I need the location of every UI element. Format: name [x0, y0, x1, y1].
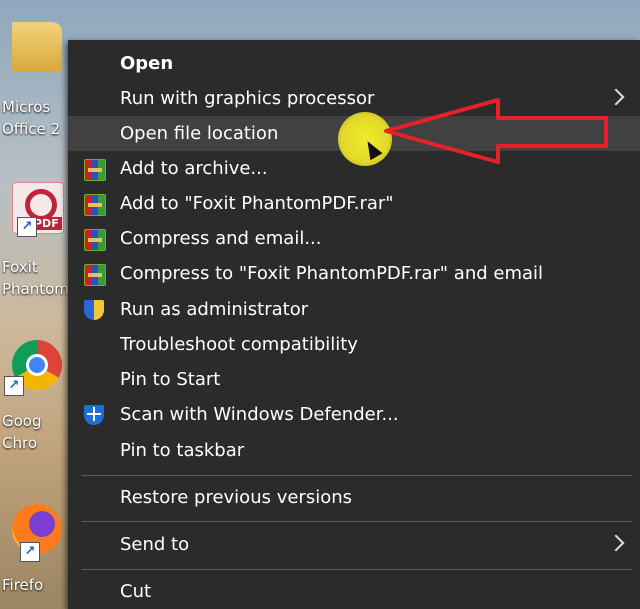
- menu-item-pin-to-start[interactable]: Pin to Start: [68, 362, 640, 397]
- windows-defender-icon: [84, 405, 104, 425]
- menu-separator: [82, 569, 632, 570]
- menu-item-open[interactable]: Open: [68, 46, 640, 81]
- shortcut-arrow-icon: ↗: [4, 376, 24, 396]
- menu-item-label: Compress to "Foxit PhantomPDF.rar" and e…: [120, 263, 544, 284]
- menu-item-label: Restore previous versions: [120, 487, 353, 508]
- winrar-icon: [84, 229, 106, 251]
- winrar-icon: [84, 159, 106, 181]
- red-arrow-annotation-icon: [384, 98, 608, 164]
- chevron-right-icon: [607, 534, 625, 552]
- desktop-icon-label: Goog Chro: [2, 412, 42, 452]
- desktop-icons: Micros Office 2 PDF ↗ Foxit Phantom ↗ Go…: [0, 0, 72, 609]
- menu-item-compress-and-email[interactable]: Compress and email...: [68, 221, 640, 256]
- menu-item-label: Add to "Foxit PhantomPDF.rar": [120, 193, 394, 214]
- desktop-icon-label: Micros Office 2: [2, 98, 61, 138]
- winrar-icon: [84, 194, 106, 216]
- firefox-icon: ↗: [12, 504, 62, 562]
- menu-item-label: Open: [120, 53, 174, 74]
- menu-item-add-to-rar[interactable]: Add to "Foxit PhantomPDF.rar": [68, 186, 640, 221]
- winrar-icon: [84, 264, 106, 286]
- menu-separator: [82, 475, 632, 476]
- menu-item-label: Pin to taskbar: [120, 440, 245, 461]
- menu-item-troubleshoot-compatibility[interactable]: Troubleshoot compatibility: [68, 327, 640, 362]
- menu-item-label: Compress and email...: [120, 228, 322, 249]
- menu-item-send-to[interactable]: Send to: [68, 527, 640, 562]
- menu-item-label: Run with graphics processor: [120, 88, 375, 109]
- shortcut-arrow-icon: ↗: [20, 542, 40, 562]
- menu-item-label: Scan with Windows Defender...: [120, 404, 399, 425]
- menu-item-label: Add to archive...: [120, 158, 268, 179]
- menu-item-restore-previous-versions[interactable]: Restore previous versions: [68, 480, 640, 515]
- menu-item-pin-to-taskbar[interactable]: Pin to taskbar: [68, 433, 640, 468]
- shortcut-arrow-icon: ↗: [17, 217, 37, 237]
- menu-item-label: Send to: [120, 534, 190, 555]
- menu-item-label: Pin to Start: [120, 369, 221, 390]
- menu-separator: [82, 521, 632, 522]
- menu-item-label: Cut: [120, 581, 152, 602]
- desktop-icon-foxit[interactable]: PDF ↗ Foxit Phantom: [0, 178, 72, 308]
- menu-item-run-as-administrator[interactable]: Run as administrator: [68, 292, 640, 327]
- foxit-icon: PDF ↗: [12, 182, 64, 237]
- chrome-icon: ↗: [4, 340, 62, 396]
- desktop-icon-label: Foxit Phantom: [2, 258, 69, 298]
- desktop-icon-firefox[interactable]: ↗ Firefo: [0, 498, 72, 609]
- menu-item-cut[interactable]: Cut: [68, 574, 640, 609]
- desktop-icon-microsoft-office[interactable]: Micros Office 2: [0, 18, 72, 148]
- desktop-icon-label: Firefo: [2, 576, 44, 594]
- menu-item-scan-with-windows-defender[interactable]: Scan with Windows Defender...: [68, 397, 640, 432]
- uac-shield-icon: [84, 300, 104, 320]
- desktop-icon-chrome[interactable]: ↗ Goog Chro: [0, 338, 72, 468]
- menu-item-label: Run as administrator: [120, 299, 309, 320]
- menu-item-label: Open file location: [120, 123, 279, 144]
- folder-icon: [12, 22, 62, 72]
- menu-item-compress-to-rar-and-email[interactable]: Compress to "Foxit PhantomPDF.rar" and e…: [68, 256, 640, 291]
- menu-item-label: Troubleshoot compatibility: [120, 334, 358, 355]
